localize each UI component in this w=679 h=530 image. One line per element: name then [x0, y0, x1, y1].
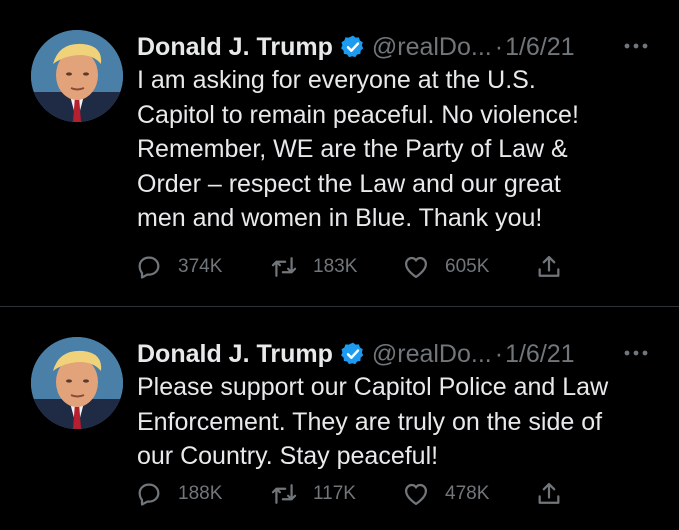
tweet-actions: 374K 183K 605K	[135, 252, 565, 282]
author-name[interactable]: Donald J. Trump	[137, 336, 333, 372]
avatar[interactable]	[31, 337, 123, 429]
heart-icon	[404, 483, 428, 506]
avatar-portrait-image	[31, 337, 123, 429]
retweet-button[interactable]: 117K	[270, 479, 402, 509]
retweet-icon	[271, 484, 297, 504]
tweet-actions: 188K 117K 478K	[135, 479, 565, 509]
reply-icon	[138, 483, 160, 506]
share-button[interactable]	[535, 252, 565, 282]
verified-badge-icon	[340, 341, 366, 367]
retweet-button[interactable]: 183K	[270, 252, 402, 282]
tweet-timeline: Donald J. Trump @realDo... · 1/6/21 I am…	[0, 0, 679, 530]
retweet-icon	[271, 257, 297, 277]
author-name[interactable]: Donald J. Trump	[137, 29, 333, 65]
tweet-text: Please support our Capitol Police and La…	[137, 373, 609, 470]
heart-icon	[404, 256, 428, 279]
reply-icon	[138, 256, 160, 279]
retweet-count: 183K	[313, 256, 358, 277]
retweet-count: 117K	[313, 483, 356, 504]
reply-count: 188K	[178, 483, 223, 504]
share-icon	[538, 255, 560, 277]
tweet-header: Donald J. Trump @realDo... · 1/6/21	[137, 336, 575, 372]
tweet-header: Donald J. Trump @realDo... · 1/6/21	[137, 29, 575, 65]
more-options-icon[interactable]	[622, 343, 650, 363]
tweet-date[interactable]: 1/6/21	[505, 336, 575, 372]
like-button[interactable]: 478K	[402, 479, 535, 509]
verified-badge-icon	[340, 34, 366, 60]
share-button[interactable]	[535, 479, 565, 509]
reply-button[interactable]: 188K	[135, 479, 270, 509]
like-count: 478K	[445, 483, 490, 504]
reply-count: 374K	[178, 256, 223, 277]
avatar[interactable]	[31, 30, 123, 122]
like-button[interactable]: 605K	[402, 252, 535, 282]
like-count: 605K	[445, 256, 490, 277]
tweet-date[interactable]: 1/6/21	[505, 29, 575, 65]
more-options-icon[interactable]	[622, 36, 650, 56]
author-handle[interactable]: @realDo...	[372, 336, 492, 372]
author-handle[interactable]: @realDo...	[372, 29, 492, 65]
tweet-text: I am asking for everyone at the U.S. Cap…	[137, 66, 579, 232]
avatar-portrait-image	[31, 30, 123, 122]
separator-dot: ·	[494, 33, 504, 61]
reply-button[interactable]: 374K	[135, 252, 270, 282]
tweet[interactable]: Donald J. Trump @realDo... · 1/6/21 Plea…	[0, 307, 679, 530]
share-icon	[538, 482, 560, 504]
tweet[interactable]: Donald J. Trump @realDo... · 1/6/21 I am…	[0, 0, 679, 307]
separator-dot: ·	[494, 340, 504, 368]
